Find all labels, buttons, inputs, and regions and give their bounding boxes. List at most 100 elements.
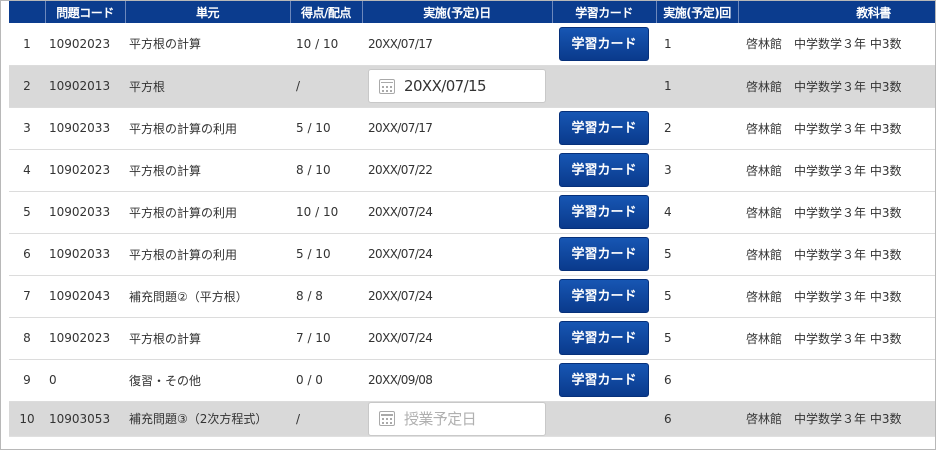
round-number: 4	[656, 191, 738, 234]
unit-name: 平方根の計算の利用	[125, 191, 290, 234]
row-number: 6	[9, 233, 45, 276]
score: 5 / 10	[290, 107, 362, 150]
table-row: 1 10902023 平方根の計算 10 / 10 20XX/07/17 学習カード 1 啓林…	[9, 23, 935, 66]
header-no	[9, 1, 46, 23]
header-problem-code: 問題コード	[45, 1, 126, 23]
problem-code: 10902033	[45, 107, 125, 150]
problem-code: 10902013	[45, 65, 125, 108]
date-cell: 20XX/07/24	[362, 317, 552, 360]
textbook: 啓林館 中学数学３年 中3数	[738, 65, 935, 108]
unit-name: 平方根の計算の利用	[125, 107, 290, 150]
round-number: 6	[656, 401, 738, 437]
score: 0 / 0	[290, 359, 362, 402]
date-cell: 20XX/09/08	[362, 359, 552, 402]
score: 8 / 10	[290, 149, 362, 192]
date-input-text: 20XX/07/15	[404, 77, 487, 95]
learning-card-button[interactable]: 学習カード	[559, 111, 649, 145]
learning-card-button[interactable]: 学習カード	[559, 153, 649, 187]
problem-code: 10902023	[45, 317, 125, 360]
table-row: 10 10903053 補充問題③（2次方程式） / 授業予定日 6 啓林館 中学数学３年 …	[9, 401, 935, 437]
problem-code: 10902023	[45, 149, 125, 192]
header-date: 実施(予定)日	[362, 1, 553, 23]
header-round: 実施(予定)回	[656, 1, 739, 23]
learning-card-button[interactable]: 学習カード	[559, 279, 649, 313]
table-row: 3 10902033 平方根の計算の利用 5 / 10 20XX/07/17 学習カード 2…	[9, 107, 935, 150]
row-number: 5	[9, 191, 45, 234]
date-cell: 20XX/07/22	[362, 149, 552, 192]
unit-name: 平方根の計算	[125, 23, 290, 66]
date-cell: 20XX/07/24	[362, 191, 552, 234]
textbook: 啓林館 中学数学３年 中3数	[738, 107, 935, 150]
score: 8 / 8	[290, 275, 362, 318]
unit-name: 補充問題②（平方根）	[125, 275, 290, 318]
score: /	[290, 65, 362, 108]
header-unit: 単元	[125, 1, 291, 23]
round-number: 3	[656, 149, 738, 192]
score: 5 / 10	[290, 233, 362, 276]
learning-card-cell	[552, 401, 656, 437]
date-cell: 20XX/07/17	[362, 23, 552, 66]
round-number: 5	[656, 233, 738, 276]
date-input[interactable]: 20XX/07/15	[368, 69, 546, 103]
header-learning-card: 学習カード	[552, 1, 657, 23]
score: 7 / 10	[290, 317, 362, 360]
round-number: 5	[656, 275, 738, 318]
score: 10 / 10	[290, 191, 362, 234]
textbook: 啓林館 中学数学３年 中3数	[738, 233, 935, 276]
learning-card-button[interactable]: 学習カード	[559, 237, 649, 271]
learning-card-cell	[552, 65, 656, 108]
score: /	[290, 401, 362, 437]
row-number: 8	[9, 317, 45, 360]
results-table-panel: 問題コード 単元 得点/配点 実施(予定)日 学習カード 実施(予定)回 教科書…	[0, 0, 936, 450]
unit-name: 平方根の計算	[125, 317, 290, 360]
date-cell: 20XX/07/24	[362, 233, 552, 276]
date-input[interactable]: 授業予定日	[368, 401, 546, 435]
problem-code: 10902043	[45, 275, 125, 318]
round-number: 6	[656, 359, 738, 402]
row-number: 9	[9, 359, 45, 402]
row-number: 3	[9, 107, 45, 150]
table-row: 9 0 復習・その他 0 / 0 20XX/09/08 学習カード 6	[9, 359, 935, 402]
problem-code: 10903053	[45, 401, 125, 437]
learning-card-button[interactable]: 学習カード	[559, 195, 649, 229]
score: 10 / 10	[290, 23, 362, 66]
header-textbook: 教科書	[738, 1, 935, 23]
unit-name: 平方根の計算の利用	[125, 233, 290, 276]
textbook: 啓林館 中学数学３年 中3数	[738, 317, 935, 360]
textbook: 啓林館 中学数学３年 中3数	[738, 191, 935, 234]
date-cell: 20XX/07/17	[362, 107, 552, 150]
table-row: 6 10902033 平方根の計算の利用 5 / 10 20XX/07/24 学習カード 5…	[9, 233, 935, 276]
row-number: 7	[9, 275, 45, 318]
table-row: 5 10902033 平方根の計算の利用 10 / 10 20XX/07/24 学習カード…	[9, 191, 935, 234]
unit-name: 平方根の計算	[125, 149, 290, 192]
row-number: 2	[9, 65, 45, 108]
date-input-text: 授業予定日	[404, 410, 477, 428]
problem-code: 10902033	[45, 191, 125, 234]
textbook: 啓林館 中学数学３年 中3数	[738, 401, 935, 437]
header-score: 得点/配点	[290, 1, 363, 23]
row-number: 10	[9, 401, 45, 437]
round-number: 2	[656, 107, 738, 150]
problem-code: 0	[45, 359, 125, 402]
table-header-row: 問題コード 単元 得点/配点 実施(予定)日 学習カード 実施(予定)回 教科書	[9, 1, 935, 23]
unit-name: 補充問題③（2次方程式）	[125, 401, 290, 437]
learning-card-button[interactable]: 学習カード	[559, 26, 649, 61]
table-row: 2 10902013 平方根/ 20XX/07/15 1 啓林館 中学数学３年 中3数	[9, 65, 935, 108]
round-number: 1	[656, 23, 738, 66]
learning-card-button[interactable]: 学習カード	[559, 321, 649, 355]
table-row: 7 10902043 補充問題②（平方根） 8 / 8 20XX/07/24 学習カード 5…	[9, 275, 935, 318]
textbook: 啓林館 中学数学３年 中3数	[738, 149, 935, 192]
table-body: 1 10902023 平方根の計算 10 / 10 20XX/07/17 学習カード 1 啓林…	[9, 23, 935, 437]
learning-card-button[interactable]: 学習カード	[559, 363, 649, 397]
row-number: 4	[9, 149, 45, 192]
textbook: 啓林館 中学数学３年 中3数	[738, 23, 935, 66]
textbook: 啓林館 中学数学３年 中3数	[738, 275, 935, 318]
round-number: 1	[656, 65, 738, 108]
results-table: 問題コード 単元 得点/配点 実施(予定)日 学習カード 実施(予定)回 教科書…	[9, 1, 935, 437]
calendar-icon	[379, 78, 395, 94]
unit-name: 復習・その他	[125, 359, 290, 402]
table-row: 4 10902023 平方根の計算 8 / 10 20XX/07/22 学習カード 3 啓林館…	[9, 149, 935, 192]
textbook	[738, 359, 935, 402]
problem-code: 10902033	[45, 233, 125, 276]
round-number: 5	[656, 317, 738, 360]
